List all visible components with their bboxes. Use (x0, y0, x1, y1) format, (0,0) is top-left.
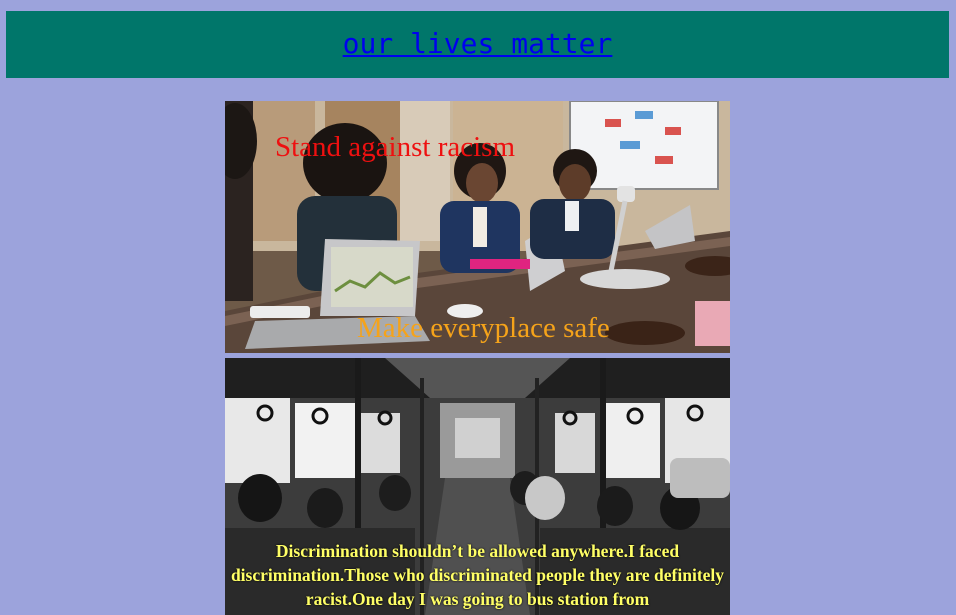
story-text: Discrimination shouldn’t be allowed anyw… (230, 541, 725, 609)
meeting-photo: Stand against racism Make everyplace saf… (225, 101, 730, 353)
page-header: our lives matter (6, 11, 949, 78)
overlay-text-bottom: Make everyplace safe (357, 312, 610, 344)
overlay-text-top: Stand against racism (275, 131, 516, 163)
title-link[interactable]: our lives matter (343, 27, 613, 60)
bus-photo: Discrimination shouldn’t be allowed anyw… (225, 358, 730, 615)
